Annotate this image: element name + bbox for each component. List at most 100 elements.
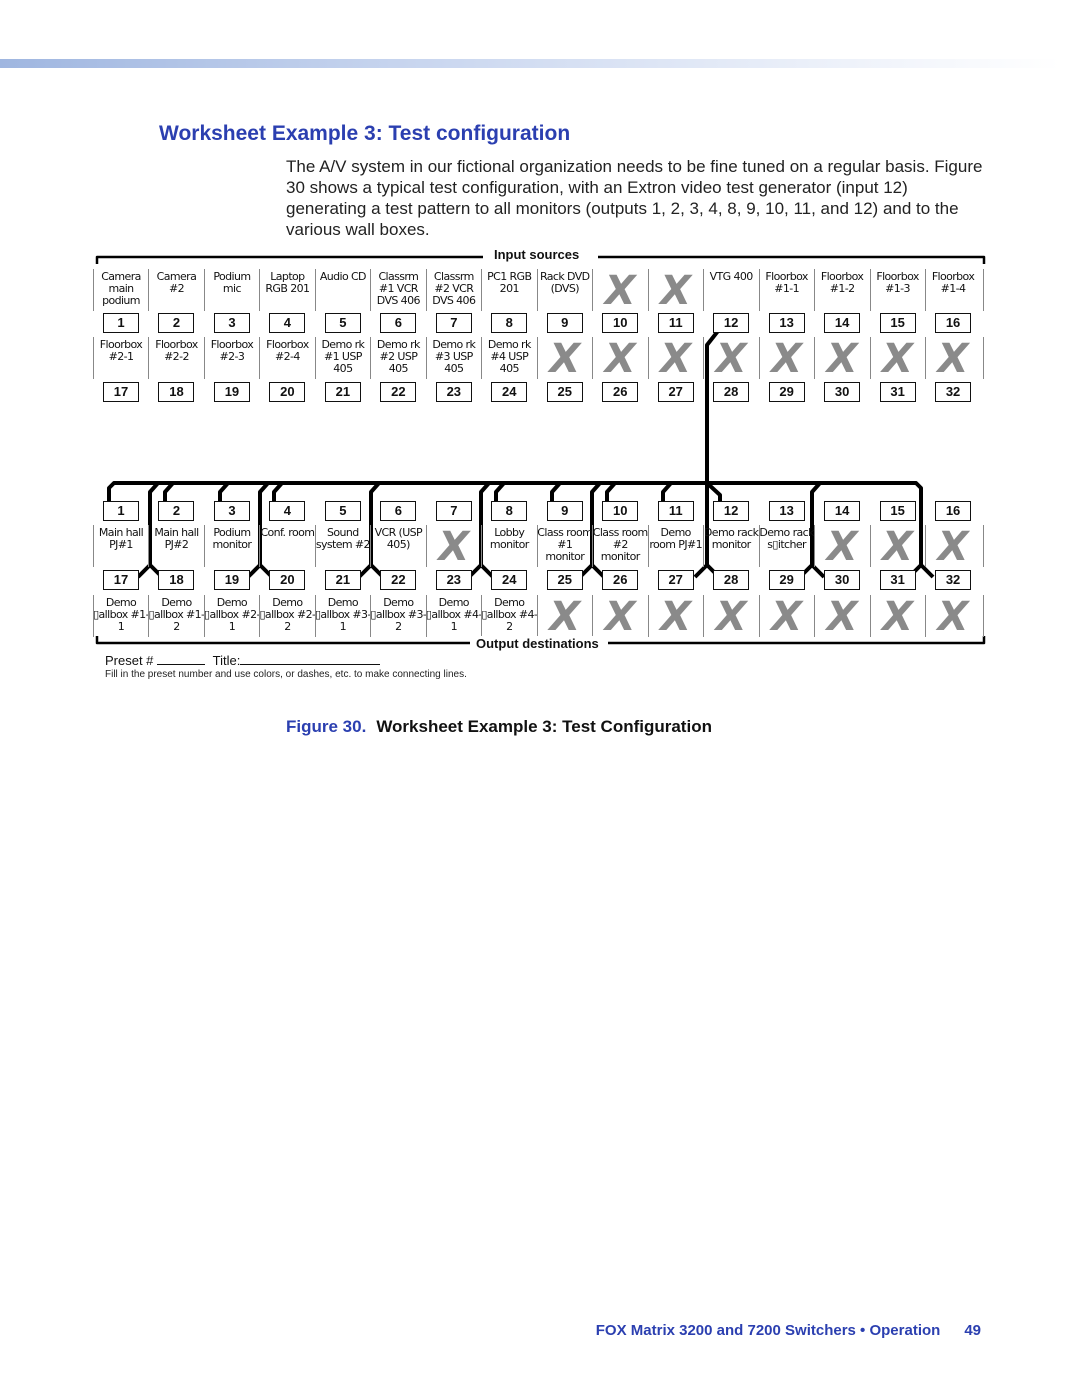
document-page: Worksheet Example 3: Test configuration … <box>0 0 1080 1397</box>
output-number-23: 23 <box>435 570 472 590</box>
input-number-2: 2 <box>158 313 195 333</box>
input-number-20: 20 <box>269 382 306 402</box>
figure-number: Figure 30. <box>286 717 367 736</box>
output-number-2: 2 <box>158 501 195 521</box>
input-number-13: 13 <box>768 313 805 333</box>
x-mark-icon: X <box>882 524 913 570</box>
x-mark-icon: X <box>937 594 969 640</box>
input-number-5: 5 <box>324 313 361 333</box>
x-mark-icon: X <box>660 268 692 314</box>
input-number-24: 24 <box>491 382 528 402</box>
output-label-21: Demo ▯allbox #3-1 <box>314 596 371 633</box>
output-number-25: 25 <box>546 570 583 590</box>
output-label-4: Conf. room <box>260 526 315 539</box>
output-label-2: Main hall PJ#2 <box>154 526 199 551</box>
output-label-17: Demo ▯allbox #1-1 <box>93 596 149 633</box>
output-bracket-left <box>95 636 470 645</box>
output-number-30: 30 <box>824 570 861 590</box>
input-number-15: 15 <box>879 313 916 333</box>
x-mark-icon: X <box>937 524 969 570</box>
output-number-5: 5 <box>324 501 361 521</box>
input-number-18: 18 <box>158 382 195 402</box>
output-label-9: Class room #1 monitor <box>537 526 593 563</box>
footer-title: FOX Matrix 3200 and 7200 Switchers • Ope… <box>595 1322 941 1339</box>
input-number-14: 14 <box>824 313 861 333</box>
output-number-21: 21 <box>324 570 361 590</box>
input-number-1: 1 <box>103 313 139 333</box>
output-number-31: 31 <box>879 570 916 590</box>
figure-caption: Figure 30. Worksheet Example 3: Test Conf… <box>286 717 712 737</box>
separator <box>983 269 984 311</box>
output-number-26: 26 <box>602 570 639 590</box>
connection-bus <box>107 481 923 565</box>
x-mark-icon: X <box>715 594 747 640</box>
output-number-6: 6 <box>380 501 417 521</box>
output-label-18: Demo ▯allbox #1-2 <box>148 596 205 633</box>
connection-to-output-27 <box>693 563 709 579</box>
output-number-1: 1 <box>103 501 139 521</box>
input-number-10: 10 <box>602 313 639 333</box>
output-number-16: 16 <box>935 501 972 521</box>
title-blank <box>240 654 381 665</box>
x-mark-icon: X <box>549 594 581 640</box>
connection-trunk-19 <box>258 481 270 565</box>
input-number-8: 8 <box>491 313 528 333</box>
x-mark-icon: X <box>882 336 913 382</box>
input-label-2: Camera #2 <box>156 270 197 295</box>
x-mark-icon: X <box>771 336 803 382</box>
preset-label: Preset # <box>105 653 154 668</box>
input-number-6: 6 <box>380 313 417 333</box>
page-footer: FOX Matrix 3200 and 7200 Switchers • Ope… <box>596 1322 981 1339</box>
x-mark-icon: X <box>826 524 858 570</box>
x-mark-icon: X <box>771 594 803 640</box>
preset-number-blank <box>157 654 206 665</box>
x-mark-icon: X <box>549 336 581 382</box>
output-number-9: 9 <box>546 501 583 521</box>
input-label-22: Demo rk #2 USP 405 <box>376 338 420 375</box>
output-number-17: 17 <box>103 570 139 590</box>
output-number-10: 10 <box>602 501 639 521</box>
output-number-19: 19 <box>213 570 250 590</box>
input-label-15: Floorbox #1-3 <box>876 270 919 295</box>
preset-line: Preset # Title: <box>105 653 381 668</box>
input-sources-label: Input sources <box>490 247 584 262</box>
input-label-20: Floorbox #2-4 <box>266 338 309 363</box>
input-number-16: 16 <box>935 313 972 333</box>
input-label-5: Audio CD <box>319 270 367 283</box>
input-number-11: 11 <box>657 313 694 333</box>
input-label-1: Camera main podium <box>101 270 141 307</box>
input-number-29: 29 <box>768 382 805 402</box>
input-number-17: 17 <box>103 382 139 402</box>
x-mark-icon: X <box>660 594 692 640</box>
input-bracket-left <box>95 255 483 264</box>
separator <box>983 337 984 379</box>
input-label-4: Laptop RGB 201 <box>265 270 310 295</box>
output-label-8: Lobby monitor <box>489 526 529 551</box>
output-number-20: 20 <box>269 570 306 590</box>
title-label: Title: <box>212 653 241 668</box>
output-number-11: 11 <box>657 501 694 521</box>
input-number-30: 30 <box>824 382 861 402</box>
worksheet-note: Fill in the preset number and use colors… <box>105 669 467 680</box>
output-number-28: 28 <box>713 570 750 590</box>
input-label-9: Rack DVD (DVS) <box>539 270 590 295</box>
output-number-18: 18 <box>158 570 195 590</box>
output-number-7: 7 <box>435 501 472 521</box>
input-number-9: 9 <box>546 313 583 333</box>
input-label-24: Demo rk #4 USP 405 <box>487 338 531 375</box>
input-number-3: 3 <box>213 313 250 333</box>
input-bracket-right <box>598 255 986 264</box>
input-number-31: 31 <box>879 382 916 402</box>
input-number-23: 23 <box>435 382 472 402</box>
output-number-24: 24 <box>491 570 528 590</box>
output-label-19: Demo ▯allbox #2-1 <box>204 596 260 633</box>
output-label-23: Demo ▯allbox #4-1 <box>425 596 482 633</box>
output-label-10: Class room #2 monitor <box>592 526 649 563</box>
input-label-14: Floorbox #1-2 <box>820 270 864 295</box>
input-label-23: Demo rk #3 USP 405 <box>432 338 476 375</box>
input-number-12: 12 <box>713 313 750 333</box>
output-number-22: 22 <box>380 570 417 590</box>
input-label-21: Demo rk #1 USP 405 <box>321 338 365 375</box>
input-number-28: 28 <box>713 382 750 402</box>
x-mark-icon: X <box>660 336 692 382</box>
